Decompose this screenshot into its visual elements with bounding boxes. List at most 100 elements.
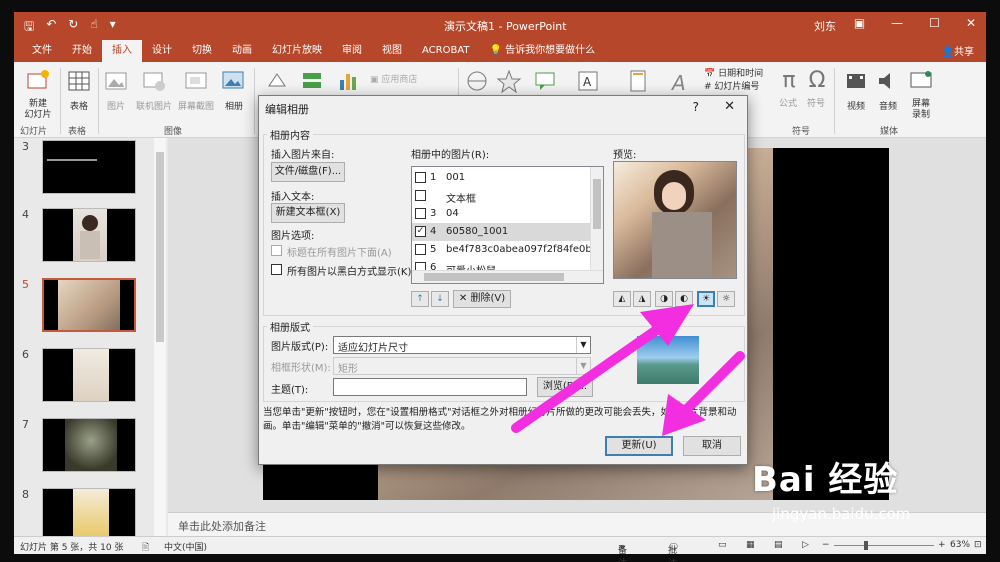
new-slide-button[interactable]: 新建 幻灯片 [20,68,56,121]
table-icon [68,71,90,91]
remove-button[interactable]: ✕ 删除(V) [453,290,511,308]
touch-mode-icon[interactable]: ☝ [90,17,97,38]
captions-checkbox[interactable] [271,245,282,256]
zoom-level[interactable]: 63% [950,540,970,550]
screenshot-button[interactable]: 屏幕截图 [176,68,216,112]
maximize-icon[interactable]: ☐ [929,16,940,30]
file-disk-button[interactable]: 文件/磁盘(F)... [271,162,345,182]
tab-home[interactable]: 开始 [62,40,102,62]
online-picture-icon [143,72,165,91]
slide-number-button[interactable]: # 幻灯片编号 [704,81,774,94]
tell-me-search[interactable]: 💡 告诉我你想要做什么 [480,40,606,62]
contrast-down-button[interactable]: ◐ [675,291,693,307]
rotate-left-button[interactable]: ◭ [613,291,631,307]
screen-record-button[interactable]: 屏幕 录制 [906,68,936,121]
brightness-down-button[interactable]: ☼ [717,291,735,307]
equation-button[interactable]: π 公式 [776,68,800,109]
slide-thumbnail-6[interactable] [42,348,136,402]
contrast-up-button[interactable]: ◑ [655,291,673,307]
listbox-vscrollbar[interactable] [590,167,603,271]
list-item[interactable]: 1 001 [412,169,592,187]
zoom-slider[interactable] [834,545,934,546]
scrollbar-thumb[interactable] [424,273,564,281]
group-slides-label: 幻灯片 [20,127,48,137]
slide-thumbnail-8[interactable] [42,488,136,542]
save-icon[interactable]: 🖫 [24,17,34,38]
reading-view-icon[interactable]: ▤ [774,540,783,550]
scrollbar-thumb[interactable] [593,179,601,229]
tab-animations[interactable]: 动画 [222,40,262,62]
picture-button[interactable]: 图片 [102,68,130,112]
star-action-icon [496,69,522,94]
scrollbar-thumb[interactable] [156,152,164,342]
customize-icon[interactable]: ▾ [110,17,116,38]
close-window-icon[interactable]: ✕ [966,16,976,30]
tab-transitions[interactable]: 切换 [182,40,222,62]
help-icon[interactable]: ? [693,100,699,114]
move-up-button[interactable]: ↑ [411,291,429,307]
move-down-button[interactable]: ↓ [431,291,449,307]
redo-icon[interactable]: ↻ [68,17,78,38]
zoom-slider-thumb[interactable] [864,541,868,550]
audio-button[interactable]: 音频 [874,68,902,112]
item-checkbox[interactable]: ✓ [415,226,426,237]
browse-button[interactable]: 浏览(B)... [537,377,593,397]
theme-input[interactable] [333,378,527,396]
list-item[interactable]: 3 04 [412,205,592,223]
album-button[interactable]: 相册 [220,68,248,112]
tab-insert[interactable]: 插入 [102,40,142,62]
item-checkbox[interactable] [415,208,426,219]
pictures-listbox[interactable]: 1 001 文本框 3 04 ✓ 4 60580_1001 5 be4f783c0abea… [411,166,604,284]
zoom-out-icon[interactable]: − [822,540,830,550]
tab-design[interactable]: 设计 [142,40,182,62]
rotate-right-button[interactable]: ◮ [633,291,651,307]
slide-thumbnail-7[interactable] [42,418,136,472]
sorter-view-icon[interactable]: ▦ [746,540,755,550]
tab-view[interactable]: 视图 [372,40,412,62]
tab-review[interactable]: 审阅 [332,40,372,62]
list-item[interactable]: ✓ 4 60580_1001 [412,223,592,241]
tab-file[interactable]: 文件 [22,40,62,62]
video-button[interactable]: 视频 [842,68,870,112]
ribbon-display-icon[interactable]: ▣ [854,16,865,30]
film-icon [847,74,865,88]
list-item[interactable]: 文本框 [412,187,592,205]
language[interactable]: 中文(中国) [164,540,207,553]
table-button[interactable]: 表格 [64,68,94,112]
tab-slideshow[interactable]: 幻灯片放映 [262,40,332,62]
close-icon[interactable]: ✕ [724,99,735,114]
slideshow-view-icon[interactable]: ▷ [802,540,809,550]
thumbnails-scrollbar[interactable] [154,138,166,536]
black-white-checkbox[interactable] [271,264,282,275]
minimize-icon[interactable]: — [891,16,903,30]
share-button[interactable]: 👤共享 [942,43,974,58]
list-item[interactable]: 5 be4f783c0abea097f2f84fe0b9c2 [412,241,603,259]
slide-thumbnail-5[interactable] [42,278,136,332]
slide-thumbnail-4[interactable] [42,208,136,262]
tell-me-label: 告诉我你想要做什么 [505,45,596,56]
listbox-hscrollbar[interactable] [412,270,603,283]
picture-layout-select[interactable]: 适应幻灯片尺寸 ▼ [333,336,591,354]
slide-3-text [47,159,97,161]
globe-link-icon [467,71,487,91]
update-button[interactable]: 更新(U) [605,436,673,456]
normal-view-icon[interactable]: ▭ [718,540,727,550]
symbol-button[interactable]: Ω 符号 [804,68,828,109]
cancel-button[interactable]: 取消 [683,436,741,456]
frame-shape-select[interactable]: 矩形 ▼ [333,357,591,375]
brightness-up-button[interactable]: ☀ [697,291,715,307]
user-name[interactable]: 刘东 [814,18,836,34]
item-checkbox[interactable] [415,190,426,201]
slide-thumbnail-3[interactable] [42,140,136,194]
undo-icon[interactable]: ↶ [46,17,56,38]
online-picture-button[interactable]: 联机图片 [134,68,174,112]
tab-acrobat[interactable]: ACROBAT [412,40,480,62]
fit-slide-icon[interactable]: ⊡ [974,540,982,550]
item-checkbox[interactable] [415,172,426,183]
datetime-button[interactable]: 📅 日期和时间 [704,68,774,81]
item-checkbox[interactable] [415,244,426,255]
app-store-button[interactable]: ▣ 应用商店 [370,72,440,85]
new-textbox-button[interactable]: 新建文本框(X) [271,203,345,223]
zoom-in-icon[interactable]: + [938,540,946,550]
spellcheck-icon[interactable]: 🖹 [142,540,149,556]
